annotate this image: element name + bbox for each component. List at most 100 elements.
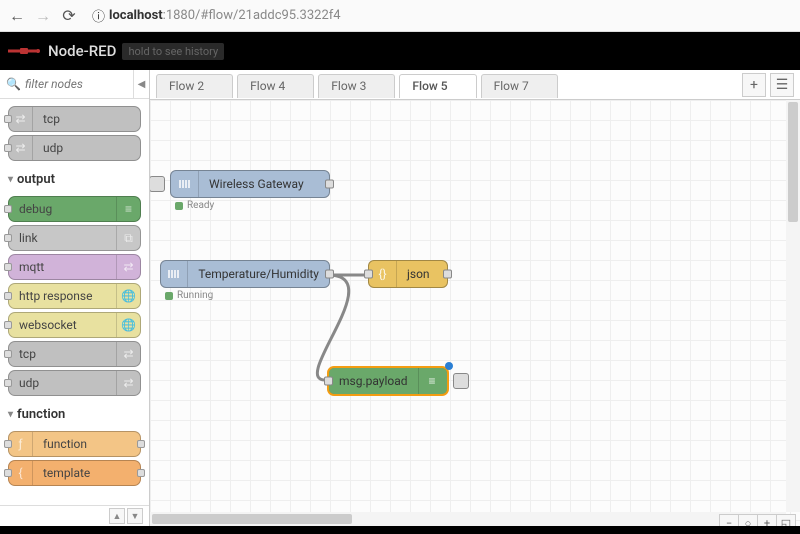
node-json[interactable]: {} json xyxy=(368,260,448,288)
list-flows-button[interactable]: ☰ xyxy=(770,73,794,97)
node-label: Temperature/Humidity xyxy=(188,267,329,281)
canvas-horizontal-scrollbar[interactable] xyxy=(150,512,786,526)
input-port xyxy=(4,115,12,123)
bars-icon: ≡ xyxy=(418,368,446,394)
output-port[interactable] xyxy=(443,270,452,279)
input-port xyxy=(4,292,12,300)
bars-icon: ≡ xyxy=(116,197,140,221)
flow-tabs: Flow 2Flow 4Flow 3Flow 5Flow 7 +☰ xyxy=(150,70,800,100)
palette-node-label: udp xyxy=(33,141,140,155)
node-palette: 🔍 ◀ ⇄tcp⇄udp▾outputdebug≡link⧉mqtt⇄http … xyxy=(0,70,150,526)
chevron-down-icon: ▾ xyxy=(8,174,13,185)
input-port[interactable] xyxy=(364,270,373,279)
palette-node-http-response[interactable]: http response🌐 xyxy=(8,283,141,309)
serial-icon xyxy=(171,171,199,197)
node-label: Wireless Gateway xyxy=(199,177,314,191)
input-port xyxy=(4,440,12,448)
palette-search[interactable]: 🔍 xyxy=(0,73,133,95)
palette-down-button[interactable]: ▼ xyxy=(127,508,143,524)
palette-category[interactable]: ▾function xyxy=(8,399,141,428)
bridge-icon: ⇄ xyxy=(116,255,140,279)
forward-button[interactable]: → xyxy=(34,7,52,25)
flow-tab[interactable]: Flow 3 xyxy=(318,74,395,98)
palette-node-label: template xyxy=(33,466,140,480)
bottom-bar xyxy=(0,526,800,534)
palette-node-udp[interactable]: udp⇄ xyxy=(8,370,141,396)
brace-icon: { xyxy=(9,461,33,485)
search-input[interactable] xyxy=(25,77,127,91)
input-port xyxy=(4,144,12,152)
node-label: json xyxy=(397,267,440,281)
palette-node-label: function xyxy=(33,437,140,451)
input-port xyxy=(4,234,12,242)
reload-button[interactable]: ⟳ xyxy=(60,7,78,25)
add-flow-button[interactable]: + xyxy=(742,73,766,97)
palette-node-tcp[interactable]: ⇄tcp xyxy=(8,106,141,132)
canvas-vertical-scrollbar[interactable] xyxy=(786,100,800,512)
globe-icon: 🌐 xyxy=(116,313,140,337)
palette-collapse-button[interactable]: ◀ xyxy=(133,70,149,98)
wire-layer xyxy=(150,100,800,526)
palette-node-mqtt[interactable]: mqtt⇄ xyxy=(8,254,141,280)
output-port xyxy=(137,440,145,448)
palette-node-label: tcp xyxy=(9,347,116,361)
workspace: 🔍 ◀ ⇄tcp⇄udp▾outputdebug≡link⧉mqtt⇄http … xyxy=(0,70,800,526)
canvas-area: Flow 2Flow 4Flow 3Flow 5Flow 7 +☰ Wireles… xyxy=(150,70,800,526)
flow-tab[interactable]: Flow 5 xyxy=(399,74,476,98)
chevron-down-icon: ▾ xyxy=(8,409,13,420)
logo-icon xyxy=(6,44,42,58)
bridge-icon: ⇄ xyxy=(9,107,33,131)
palette-node-label: websocket xyxy=(9,318,116,332)
url-path: :1880/#flow/21addc95.3322f4 xyxy=(163,8,341,23)
globe-icon: 🌐 xyxy=(116,284,140,308)
flow-tab[interactable]: Flow 2 xyxy=(156,74,233,98)
palette-node-label: link xyxy=(9,231,116,245)
palette-node-debug[interactable]: debug≡ xyxy=(8,196,141,222)
input-port xyxy=(4,469,12,477)
flow-tab[interactable]: Flow 7 xyxy=(481,74,558,98)
logo: Node-RED xyxy=(6,42,116,60)
back-button[interactable]: ← xyxy=(8,7,26,25)
palette-up-button[interactable]: ▲ xyxy=(109,508,125,524)
palette-node-label: udp xyxy=(9,376,116,390)
output-port[interactable] xyxy=(325,270,334,279)
palette-node-link[interactable]: link⧉ xyxy=(8,225,141,251)
bridge-icon: ⇄ xyxy=(116,371,140,395)
palette-footer: ▲ ▼ xyxy=(0,505,149,526)
node-button[interactable] xyxy=(453,373,469,389)
url-host: localhost xyxy=(109,8,163,23)
input-port xyxy=(4,379,12,387)
node-debug[interactable]: msg.payload ≡ xyxy=(328,367,448,395)
flow-tab[interactable]: Flow 4 xyxy=(237,74,314,98)
palette-node-websocket[interactable]: websocket🌐 xyxy=(8,312,141,338)
palette-list[interactable]: ⇄tcp⇄udp▾outputdebug≡link⧉mqtt⇄http resp… xyxy=(0,99,149,505)
input-port xyxy=(4,321,12,329)
output-port[interactable] xyxy=(325,180,334,189)
palette-node-udp[interactable]: ⇄udp xyxy=(8,135,141,161)
info-icon: ⓘ xyxy=(92,6,105,25)
node-temperature-humidity[interactable]: Temperature/Humidity Running xyxy=(160,260,330,288)
input-port[interactable] xyxy=(324,377,333,386)
input-port xyxy=(4,263,12,271)
palette-node-function[interactable]: ƒfunction xyxy=(8,431,141,457)
address-bar[interactable]: ⓘ localhost:1880/#flow/21addc95.3322f4 xyxy=(86,6,792,25)
node-button[interactable] xyxy=(150,176,165,192)
brand-text: Node-RED xyxy=(48,42,116,60)
output-port xyxy=(137,469,145,477)
bridge-icon: ⇄ xyxy=(116,342,140,366)
node-wireless-gateway[interactable]: Wireless Gateway Ready xyxy=(170,170,330,198)
palette-node-tcp[interactable]: tcp⇄ xyxy=(8,341,141,367)
browser-toolbar: ← → ⟳ ⓘ localhost:1880/#flow/21addc95.33… xyxy=(0,0,800,32)
palette-node-label: debug xyxy=(9,202,116,216)
bridge-icon: ⇄ xyxy=(9,136,33,160)
flow-canvas[interactable]: Wireless Gateway Ready Temperature/Humid… xyxy=(150,100,800,526)
changed-dot-icon xyxy=(445,362,453,370)
palette-category[interactable]: ▾output xyxy=(8,164,141,193)
input-port xyxy=(4,205,12,213)
node-status: Running xyxy=(165,290,213,301)
node-status: Ready xyxy=(175,200,214,211)
palette-node-template[interactable]: {template xyxy=(8,460,141,486)
palette-node-label: http response xyxy=(9,289,116,303)
search-icon: 🔍 xyxy=(6,77,21,91)
f-icon: ƒ xyxy=(9,432,33,456)
